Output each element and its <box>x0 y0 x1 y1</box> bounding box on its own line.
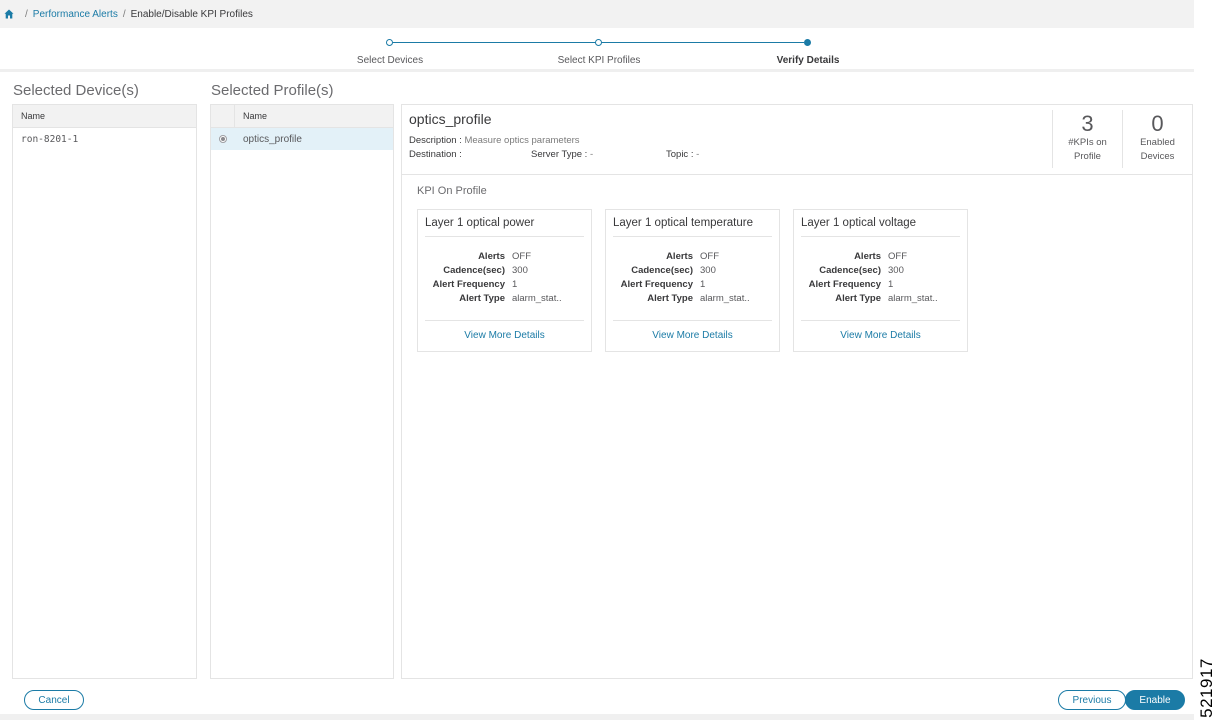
kpi-card-title: Layer 1 optical temperature <box>613 217 772 237</box>
wizard-step-dot-select-devices[interactable] <box>386 39 393 46</box>
server-type-label: Server Type : <box>531 149 588 160</box>
page: / Performance Alerts / Enable/Disable KP… <box>0 0 1194 720</box>
kpi-label-alert-type: Alert Type <box>835 293 881 304</box>
stat-label: #KPIs on <box>1068 137 1107 148</box>
devices-table: Name ron-8201-1 <box>12 104 197 679</box>
kpi-label-cadence: Cadence(sec) <box>443 265 505 276</box>
view-more-details-link[interactable]: View More Details <box>801 320 960 341</box>
kpi-label-alert-frequency: Alert Frequency <box>620 279 693 290</box>
previous-button[interactable]: Previous <box>1058 690 1126 710</box>
stat-value: 3 <box>1081 111 1094 136</box>
stat-value: 0 <box>1151 111 1164 136</box>
breadcrumb: / Performance Alerts / Enable/Disable KP… <box>0 0 1194 28</box>
profile-detail-header: optics_profile Description : Measure opt… <box>402 105 1192 175</box>
cancel-button[interactable]: Cancel <box>24 690 84 710</box>
kpi-value-alerts: OFF <box>700 251 719 262</box>
kpi-label-alert-frequency: Alert Frequency <box>432 279 505 290</box>
topic-label: Topic : <box>666 149 694 160</box>
column-header-name[interactable]: Name <box>21 111 45 121</box>
column-header-select <box>211 105 235 127</box>
server-type-value: - <box>589 149 594 160</box>
kpi-label-cadence: Cadence(sec) <box>631 265 693 276</box>
kpi-value-alert-frequency: 1 <box>888 279 894 290</box>
figure-id-watermark: 521917 <box>1196 655 1218 720</box>
profile-name: optics_profile <box>243 133 302 145</box>
profile-detail-name: optics_profile <box>409 111 492 127</box>
stat-kpis-on-profile: 3 #KPIs on Profile <box>1052 110 1122 168</box>
profiles-table: Name optics_profile <box>210 104 394 679</box>
kpi-value-cadence: 300 <box>700 265 716 276</box>
breadcrumb-performance-alerts[interactable]: Performance Alerts <box>33 9 118 20</box>
wizard-steps: Select Devices Select KPI Profiles Verif… <box>0 28 1194 72</box>
kpi-value-alerts: OFF <box>512 251 531 262</box>
kpi-value-alert-frequency: 1 <box>512 279 518 290</box>
topic: Topic : - <box>666 149 699 160</box>
wizard-step-verify-details: Verify Details <box>776 55 840 66</box>
profile-detail-panel: optics_profile Description : Measure opt… <box>401 104 1193 679</box>
kpi-card-title: Layer 1 optical power <box>425 217 584 237</box>
kpi-label-alerts: Alerts <box>666 251 693 262</box>
stat-label: Enabled <box>1140 137 1175 148</box>
profiles-table-header: Name <box>211 105 393 128</box>
breadcrumb-separator: / <box>25 8 28 20</box>
view-more-details-link[interactable]: View More Details <box>425 320 584 341</box>
table-row[interactable]: optics_profile <box>211 128 393 150</box>
kpi-value-cadence: 300 <box>512 265 528 276</box>
kpi-card-optical-temperature: Layer 1 optical temperature Alerts OFF Ca… <box>605 209 780 352</box>
wizard-step-dot-select-kpi-profiles[interactable] <box>595 39 602 46</box>
kpi-card-optical-power: Layer 1 optical power Alerts OFF Cadence(… <box>417 209 592 352</box>
description-label: Description : <box>409 135 462 146</box>
column-header-name[interactable]: Name <box>235 111 267 121</box>
kpi-on-profile-title: KPI On Profile <box>417 185 487 197</box>
home-icon[interactable] <box>4 9 14 19</box>
device-name: ron-8201-1 <box>21 133 79 145</box>
kpi-card-optical-voltage: Layer 1 optical voltage Alerts OFF Cadenc… <box>793 209 968 352</box>
description-value: Measure optics parameters <box>464 135 580 146</box>
kpi-label-alerts: Alerts <box>854 251 881 262</box>
kpi-value-alert-type: alarm_stat.. <box>700 293 750 304</box>
server-type: Server Type : - <box>531 149 593 160</box>
breadcrumb-current: Enable/Disable KPI Profiles <box>130 8 253 20</box>
kpi-card-title: Layer 1 optical voltage <box>801 217 960 237</box>
kpi-value-alert-type: alarm_stat.. <box>888 293 938 304</box>
selected-profiles-title: Selected Profile(s) <box>211 82 334 99</box>
stat-enabled-devices: 0 Enabled Devices <box>1122 110 1192 168</box>
enable-button[interactable]: Enable <box>1125 690 1185 710</box>
wizard-step-select-kpi-profiles[interactable]: Select KPI Profiles <box>558 55 641 66</box>
kpi-value-cadence: 300 <box>888 265 904 276</box>
profile-radio[interactable] <box>219 135 227 143</box>
figure-id: 521917 <box>1197 657 1216 718</box>
stat-label: Profile <box>1074 151 1101 162</box>
selected-devices-title: Selected Device(s) <box>13 82 139 99</box>
kpi-label-alerts: Alerts <box>478 251 505 262</box>
kpi-label-alert-frequency: Alert Frequency <box>808 279 881 290</box>
kpi-value-alerts: OFF <box>888 251 907 262</box>
view-more-details-link[interactable]: View More Details <box>613 320 772 341</box>
profile-description: Description : Measure optics parameters <box>409 135 580 146</box>
topic-value: - <box>696 149 700 160</box>
destination-label: Destination : <box>409 149 462 160</box>
devices-table-header: Name <box>13 105 196 128</box>
table-row[interactable]: ron-8201-1 <box>13 128 196 150</box>
footer-strip <box>0 714 1194 720</box>
kpi-label-alert-type: Alert Type <box>459 293 505 304</box>
stat-label: Devices <box>1140 151 1175 162</box>
kpi-label-alert-type: Alert Type <box>647 293 693 304</box>
wizard-step-dot-verify-details <box>804 39 811 46</box>
kpi-label-cadence: Cadence(sec) <box>819 265 881 276</box>
wizard-step-select-devices[interactable]: Select Devices <box>357 55 423 66</box>
breadcrumb-separator: / <box>122 8 126 20</box>
kpi-value-alert-type: alarm_stat.. <box>512 293 562 304</box>
kpi-value-alert-frequency: 1 <box>700 279 706 290</box>
